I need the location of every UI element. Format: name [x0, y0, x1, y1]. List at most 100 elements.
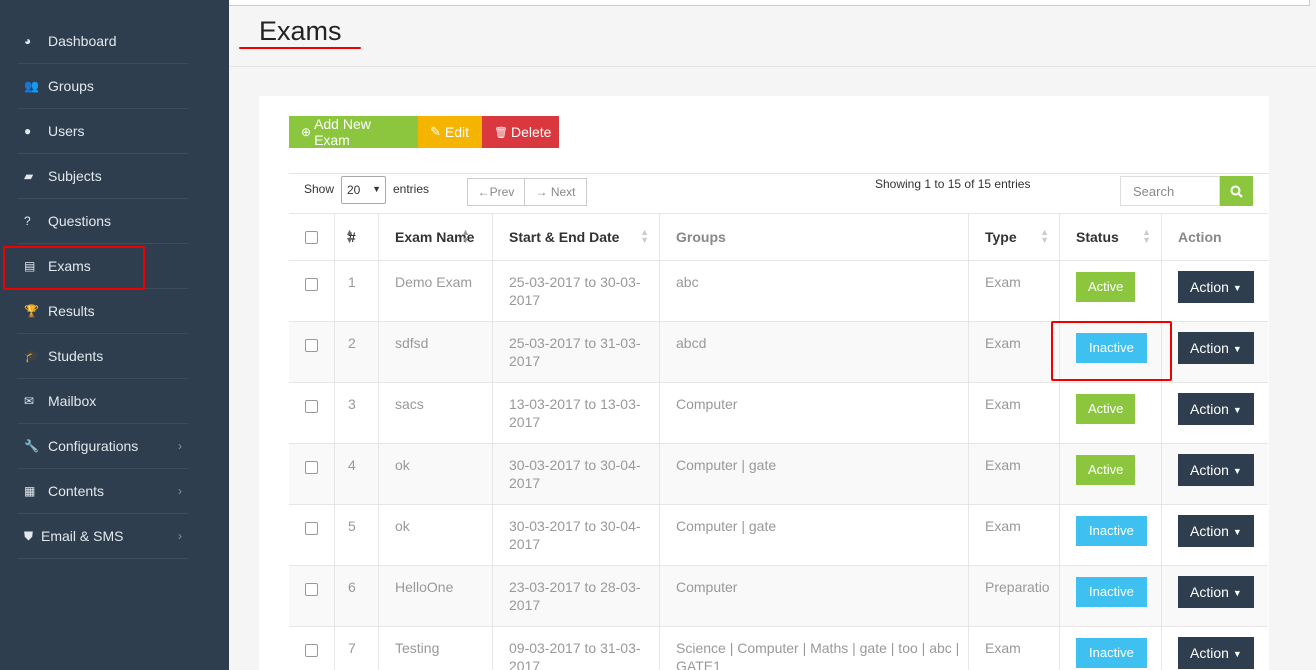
- row-checkbox[interactable]: [305, 339, 318, 352]
- title-underline-annotation: [239, 47, 361, 49]
- status-toggle-button[interactable]: Active: [1076, 394, 1136, 424]
- row-checkbox[interactable]: [305, 583, 318, 596]
- header-type-label: Type: [985, 229, 1017, 245]
- exam-name: sacs: [395, 396, 424, 412]
- row-number: 3: [348, 396, 356, 412]
- sort-arrows-icon: ▲ ▼: [345, 227, 354, 245]
- sort-arrows-icon: ▲ ▼: [640, 227, 649, 245]
- sidebar-item-users[interactable]: ● Users: [18, 109, 188, 154]
- select-caret-icon: ▼: [372, 184, 381, 194]
- row-checkbox[interactable]: [305, 278, 318, 291]
- exam-type: Exam: [985, 640, 1021, 656]
- action-dropdown-button[interactable]: Action ▼: [1178, 515, 1254, 547]
- entries-per-page-select[interactable]: 20 ▼: [341, 176, 386, 204]
- exam-dates-cell: 25-03-2017 to 30-03-2017: [493, 261, 660, 321]
- prev-page-button[interactable]: ←Prev: [467, 178, 525, 206]
- chevron-right-icon: ›: [178, 484, 182, 498]
- row-checkbox[interactable]: [305, 522, 318, 535]
- status-cell: Inactive: [1060, 566, 1162, 626]
- status-toggle-button[interactable]: Inactive: [1076, 638, 1147, 668]
- user-icon: ●: [24, 124, 32, 138]
- exam-name-cell: HelloOne: [379, 566, 493, 626]
- exam-name: Demo Exam: [395, 274, 473, 290]
- exam-type-cell: Exam: [969, 261, 1060, 321]
- table-row: 7 Testing 09-03-2017 to 31-03-2017 Science …: [289, 627, 1268, 670]
- exam-type-cell: Preparatio: [969, 566, 1060, 626]
- exam-type: Exam: [985, 518, 1021, 534]
- select-all-checkbox[interactable]: [305, 231, 318, 244]
- table-header-row: # ▲ ▼ Exam Name ▲ ▼ Start & End Date ▲ ▼ Groups Ty…: [289, 213, 1268, 261]
- header-status[interactable]: Status ▲ ▼: [1060, 214, 1162, 260]
- header-start-end-date[interactable]: Start & End Date ▲ ▼: [493, 214, 660, 260]
- row-select-cell: [289, 566, 335, 626]
- exam-type-cell: Exam: [969, 627, 1060, 670]
- row-checkbox[interactable]: [305, 461, 318, 474]
- exam-type-cell: Exam: [969, 505, 1060, 565]
- search-button[interactable]: [1220, 176, 1253, 206]
- action-label: Action: [1190, 401, 1229, 417]
- status-toggle-button[interactable]: Inactive: [1076, 577, 1147, 607]
- add-new-exam-button[interactable]: ⊕ Add New Exam: [289, 116, 418, 148]
- add-new-exam-label: Add New Exam: [314, 116, 371, 148]
- action-label: Action: [1190, 279, 1229, 295]
- sidebar-item-email-sms[interactable]: ⛊ Email & SMS ›: [18, 514, 188, 559]
- status-cell: Active: [1060, 444, 1162, 504]
- exam-groups-cell: Computer | gate: [660, 444, 969, 504]
- search-input[interactable]: Search: [1120, 176, 1220, 206]
- action-dropdown-button[interactable]: Action ▼: [1178, 271, 1254, 303]
- sidebar-item-mailbox[interactable]: ✉ Mailbox: [18, 379, 188, 424]
- exam-type: Exam: [985, 335, 1021, 351]
- sidebar-item-configurations[interactable]: 🔧 Configurations ›: [18, 424, 188, 469]
- status-toggle-button[interactable]: Inactive: [1076, 516, 1147, 546]
- status-toggle-button[interactable]: Active: [1076, 455, 1136, 485]
- sidebar-item-questions[interactable]: ? Questions: [18, 199, 188, 244]
- header-type[interactable]: Type ▲ ▼: [969, 214, 1060, 260]
- header-groups[interactable]: Groups: [660, 214, 969, 260]
- row-checkbox[interactable]: [305, 400, 318, 413]
- row-number-cell: 6: [335, 566, 379, 626]
- action-dropdown-button[interactable]: Action ▼: [1178, 576, 1254, 608]
- sidebar-item-dashboard[interactable]: ◕ Dashboard: [18, 19, 188, 64]
- row-number-cell: 4: [335, 444, 379, 504]
- question-icon: ?: [24, 214, 31, 228]
- exams-highlight-box: [3, 246, 145, 290]
- action-dropdown-button[interactable]: Action ▼: [1178, 332, 1254, 364]
- sort-arrows-icon: ▲ ▼: [1040, 227, 1049, 245]
- header-exam-name[interactable]: Exam Name ▲ ▼: [379, 214, 493, 260]
- table-row: 4 ok 30-03-2017 to 30-04-2017 Computer | ga…: [289, 444, 1268, 505]
- sidebar-item-subjects[interactable]: ▰ Subjects: [18, 154, 188, 199]
- header-number[interactable]: # ▲ ▼: [335, 214, 379, 260]
- sidebar-item-results[interactable]: 🏆 Results: [18, 289, 188, 334]
- action-label: Action: [1190, 645, 1229, 661]
- action-dropdown-button[interactable]: Action ▼: [1178, 454, 1254, 486]
- header-select-all-cell: [289, 214, 335, 260]
- delete-button[interactable]: 🗑 Delete: [482, 116, 559, 148]
- action-cell: Action ▼: [1162, 322, 1268, 382]
- action-label: Action: [1190, 462, 1229, 478]
- status-cell: Inactive: [1060, 505, 1162, 565]
- show-label: Show: [304, 182, 335, 196]
- exam-type-cell: Exam: [969, 383, 1060, 443]
- action-dropdown-button[interactable]: Action ▼: [1178, 393, 1254, 425]
- row-number: 5: [348, 518, 356, 534]
- exam-groups-cell: Computer | gate: [660, 505, 969, 565]
- exam-dates-cell: 25-03-2017 to 31-03-2017: [493, 322, 660, 382]
- row-number: 4: [348, 457, 356, 473]
- header-action[interactable]: Action: [1162, 214, 1268, 260]
- sidebar-item-label: Results: [48, 303, 95, 319]
- sidebar-item-students[interactable]: 🎓 Students: [18, 334, 188, 379]
- action-dropdown-button[interactable]: Action ▼: [1178, 637, 1254, 669]
- header-groups-label: Groups: [676, 229, 726, 245]
- action-cell: Action ▼: [1162, 444, 1268, 504]
- divider: [289, 173, 1269, 174]
- sidebar-item-groups[interactable]: 👥 Groups: [18, 64, 188, 109]
- page-title: Exams: [259, 16, 342, 46]
- status-toggle-button[interactable]: Active: [1076, 272, 1136, 302]
- sidebar-item-contents[interactable]: ▦ Contents ›: [18, 469, 188, 514]
- row-checkbox[interactable]: [305, 644, 318, 657]
- exam-dates: 13-03-2017 to 13-03-2017: [509, 396, 641, 430]
- next-page-button[interactable]: → Next: [525, 178, 587, 206]
- action-cell: Action ▼: [1162, 261, 1268, 321]
- exam-groups: Science | Computer | Maths | gate | too …: [676, 640, 960, 670]
- edit-button[interactable]: ✎ Edit: [418, 116, 482, 148]
